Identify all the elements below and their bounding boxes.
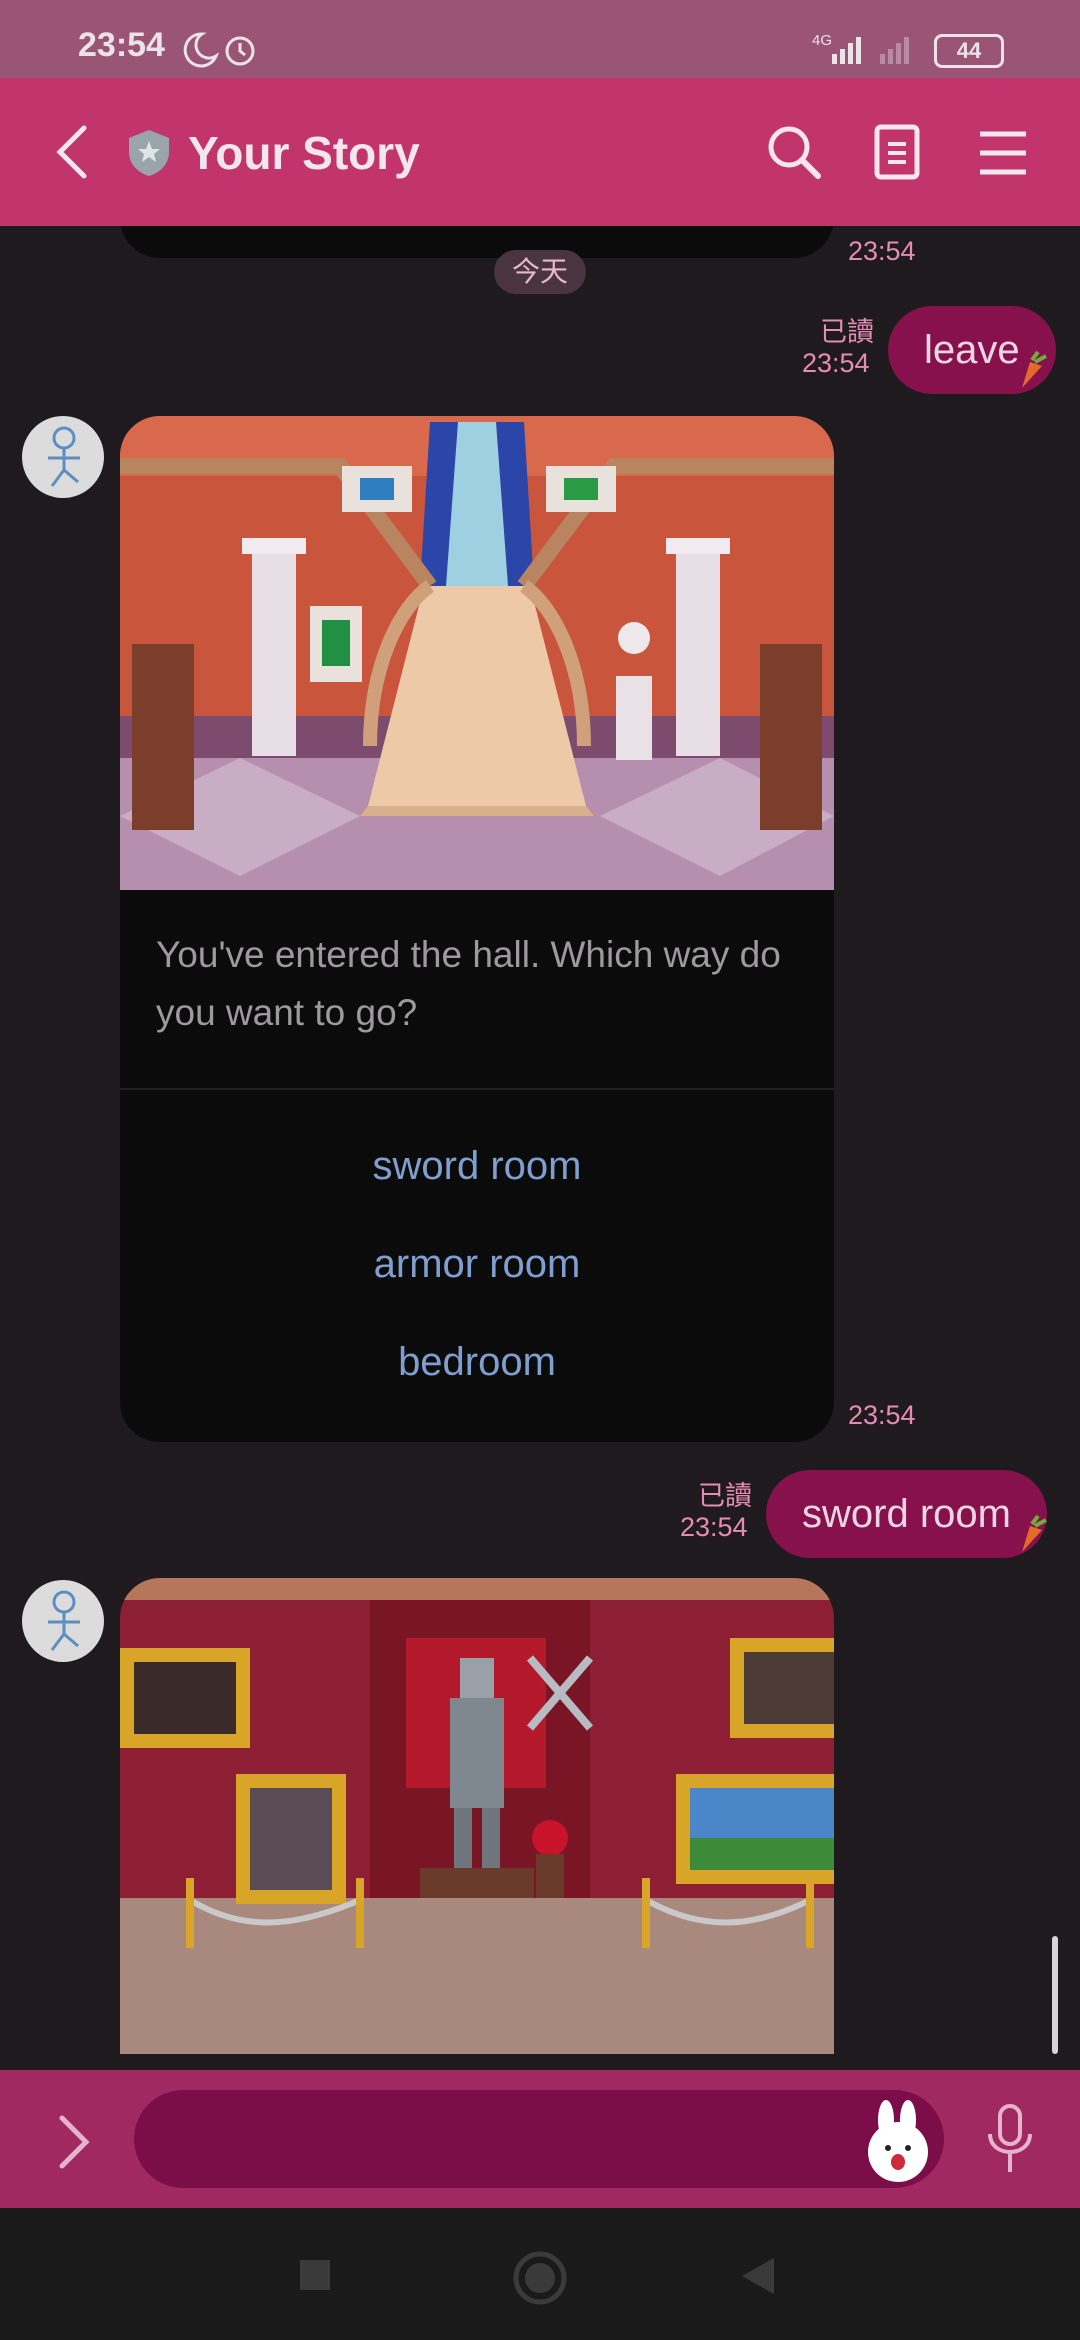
bot-avatar[interactable] — [22, 416, 104, 498]
expand-icon[interactable] — [54, 2114, 94, 2170]
notes-icon[interactable] — [874, 124, 920, 180]
outgoing-bubble[interactable]: sword room — [766, 1470, 1047, 1558]
status-icons — [183, 32, 255, 68]
back-icon[interactable] — [52, 124, 92, 180]
shield-icon — [129, 130, 169, 176]
message-time: 23:54 — [680, 1512, 748, 1542]
search-icon[interactable] — [766, 124, 822, 180]
message-text: leave — [924, 328, 1020, 372]
armory-card — [120, 1578, 834, 2070]
story-text: You've entered the hall. Which way do yo… — [156, 934, 781, 1033]
status-time: 23:54 — [78, 26, 165, 64]
message-time: 23:54 — [848, 1400, 916, 1430]
robot-icon — [48, 1590, 80, 1651]
signal-icon — [832, 37, 909, 64]
carrot-icon — [1022, 1514, 1047, 1552]
previous-message-card — [120, 226, 834, 258]
date-divider: 今天 — [494, 250, 586, 294]
armory-image[interactable] — [120, 1578, 834, 2054]
menu-icon[interactable] — [978, 130, 1028, 176]
robot-icon — [48, 426, 80, 487]
message-time: 23:54 — [802, 348, 870, 378]
chat-title: Your Story — [188, 127, 420, 179]
square-icon[interactable] — [298, 2258, 332, 2292]
alarm-icon — [225, 36, 255, 66]
battery-indicator: 44 — [934, 34, 1004, 68]
bot-avatar[interactable] — [22, 1580, 104, 1662]
sticker-icon[interactable] — [862, 2098, 934, 2182]
message-text: sword room — [802, 1492, 1011, 1536]
read-receipt: 已讀 — [820, 317, 874, 347]
message-input[interactable] — [134, 2090, 944, 2188]
carrot-icon — [1022, 350, 1047, 388]
read-receipt: 已讀 — [698, 1481, 752, 1511]
divider — [120, 1088, 834, 1090]
back-triangle-icon[interactable] — [740, 2256, 776, 2296]
moon-icon — [183, 32, 220, 68]
hall-image[interactable] — [120, 416, 834, 890]
choice-armor-room[interactable]: armor room — [120, 1242, 834, 1302]
message-time: 23:54 — [848, 236, 916, 266]
scrollbar-thumb[interactable] — [1052, 1936, 1058, 2054]
choice-sword-room[interactable]: sword room — [120, 1144, 834, 1204]
chat-area: 23:54 今天 已讀 23:54 leave You've entered t… — [0, 226, 1080, 2070]
home-circle-icon[interactable] — [512, 2250, 568, 2306]
mic-icon[interactable] — [986, 2104, 1034, 2176]
choice-bedroom[interactable]: bedroom — [120, 1340, 834, 1400]
